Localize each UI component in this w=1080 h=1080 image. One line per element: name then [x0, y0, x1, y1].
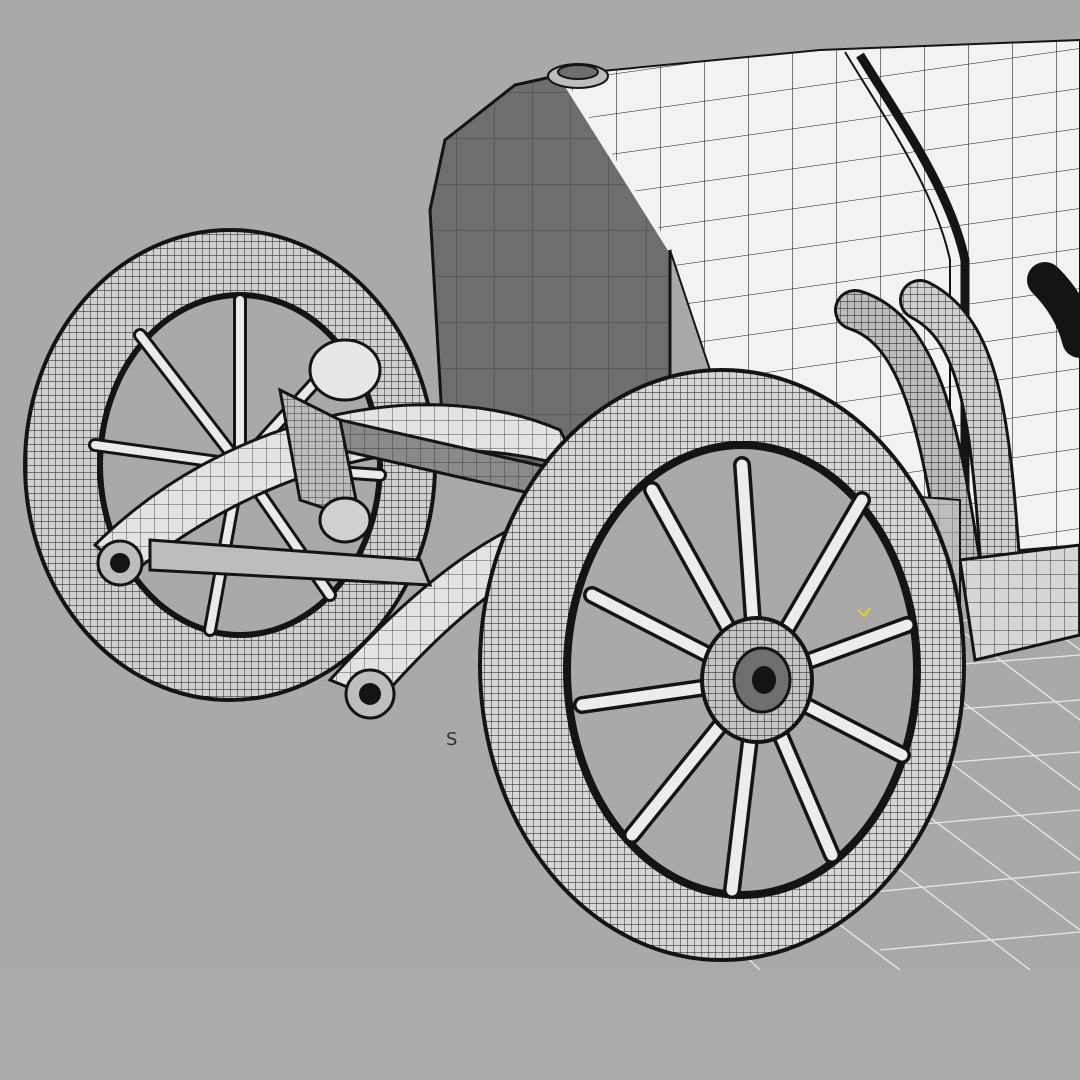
3d-viewport[interactable]: S — [0, 0, 1080, 1080]
fuel-cap[interactable] — [547, 63, 609, 89]
axis-marker-label: S — [446, 729, 457, 750]
viewport-footer-band — [0, 970, 1080, 1080]
wheel-front-right[interactable] — [478, 368, 966, 962]
wheel-hub — [700, 616, 814, 744]
